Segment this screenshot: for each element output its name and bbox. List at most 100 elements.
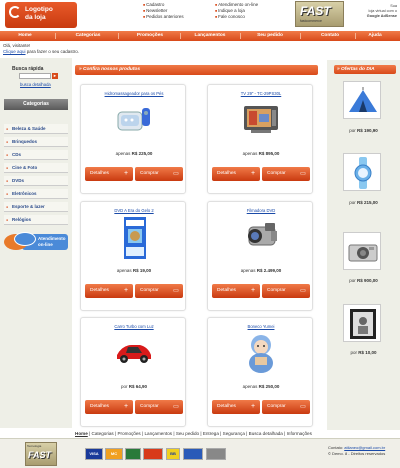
product-name[interactable]: Filmadora DVD bbox=[208, 208, 314, 213]
buy-label: Comprar bbox=[267, 171, 286, 176]
category-item[interactable]: Beleza & Saúde bbox=[4, 124, 68, 134]
offer-price: por R$ 215,00 bbox=[327, 200, 400, 205]
logo-line1: Logotipo bbox=[25, 6, 53, 13]
diners-icon bbox=[125, 448, 141, 460]
link-pedidos[interactable]: Pedidos anteriores bbox=[143, 14, 213, 20]
category-item[interactable]: Eletrônicos bbox=[4, 189, 68, 199]
nav-seu-pedido[interactable]: Seu pedido bbox=[240, 31, 300, 41]
category-item[interactable]: Relógios bbox=[4, 215, 68, 225]
footer-link[interactable]: Seu pedido bbox=[176, 431, 199, 436]
nav-ajuda[interactable]: Ajuda bbox=[350, 31, 400, 41]
product-name[interactable]: Carro Turbo com Luz bbox=[81, 324, 187, 329]
buy-button[interactable]: Comprar ▭ bbox=[262, 284, 310, 298]
details-button[interactable]: Detalhes + bbox=[212, 167, 260, 181]
footer-link[interactable]: Entrega bbox=[203, 431, 219, 436]
camcorder-image[interactable] bbox=[241, 217, 281, 253]
foot-massager-image[interactable] bbox=[114, 100, 154, 136]
details-button[interactable]: Detalhes + bbox=[85, 167, 133, 181]
footer-link[interactable]: Lançamentos bbox=[144, 431, 172, 436]
product-card: Carro Turbo com Luz por R$ 64,90 Detalhe… bbox=[80, 317, 186, 427]
details-button[interactable]: Detalhes + bbox=[212, 284, 260, 298]
logo-text: Logotipo da loja bbox=[25, 6, 53, 22]
offer-price: por R$ 900,00 bbox=[327, 278, 400, 283]
price-prefix: apenas bbox=[242, 151, 259, 156]
tent-image[interactable] bbox=[343, 81, 381, 119]
left-sidebar: Busca rápida ► busca detalhada Categoria… bbox=[0, 58, 72, 428]
visa-icon: VISA bbox=[85, 448, 103, 460]
signup-link[interactable]: Clique aqui bbox=[3, 49, 26, 54]
buy-label: Comprar bbox=[140, 171, 159, 176]
mastercard-icon: MC bbox=[105, 448, 123, 460]
product-name[interactable]: TV 29" - TC-29PS30L bbox=[208, 91, 314, 96]
product-price: apenas R$ 19,00 bbox=[81, 268, 187, 273]
footer-link[interactable]: Promoções bbox=[117, 431, 140, 436]
footer-links: Home | Categorias | Promoções | Lançamen… bbox=[75, 431, 395, 436]
buy-button[interactable]: Comprar ▭ bbox=[262, 167, 310, 181]
dvd-cover-image[interactable] bbox=[114, 217, 154, 259]
product-card: Filmadora DVD apenas R$ 2.499,00 Detalhe… bbox=[207, 201, 313, 311]
categories-heading: Categorias bbox=[4, 99, 68, 110]
top-links-col2: Atendimento on-line Indique a loja Fale … bbox=[215, 2, 285, 20]
fast-commerce-banner[interactable]: FAST fastcommerce bbox=[295, 1, 344, 27]
footer-link-home[interactable]: Home bbox=[75, 431, 88, 436]
product-name[interactable]: DVD A Era do Gelo 2 bbox=[81, 208, 187, 213]
adsense-banner[interactable]: Sua loja virtual com o Google AdSense bbox=[347, 4, 397, 19]
product-card: Hidromassageador para os Pés apenas R$ 2… bbox=[80, 84, 186, 194]
category-item[interactable]: Brinquedos bbox=[4, 137, 68, 147]
footer-contact: Contato: atilaneo@gmail.com.br © Demo. 8… bbox=[328, 445, 398, 457]
product-name[interactable]: Hidromassageador para os Pés bbox=[81, 91, 187, 96]
plus-icon: + bbox=[250, 403, 256, 410]
search-input[interactable] bbox=[19, 73, 51, 79]
link-fale[interactable]: Fale conosco bbox=[215, 14, 285, 20]
footer-fast-logo[interactable]: Tecnologia FAST bbox=[25, 442, 57, 466]
category-item[interactable]: DVDs bbox=[4, 176, 68, 186]
details-button[interactable]: Detalhes + bbox=[85, 284, 133, 298]
main-nav: Home Categorias Promoções Lançamentos Se… bbox=[0, 31, 400, 41]
chat-line2: on-line bbox=[38, 242, 53, 247]
product-price: apenas R$ 250,00 bbox=[208, 384, 314, 389]
nav-categorias[interactable]: Categorias bbox=[58, 31, 118, 41]
category-item[interactable]: CDs bbox=[4, 150, 68, 160]
category-item[interactable]: Cine & Foto bbox=[4, 163, 68, 173]
nav-home[interactable]: Home bbox=[0, 31, 55, 41]
barcode-icon bbox=[206, 448, 226, 460]
nav-lancamentos[interactable]: Lançamentos bbox=[180, 31, 240, 41]
details-label: Detalhes bbox=[217, 288, 236, 293]
nav-promocoes[interactable]: Promoções bbox=[120, 31, 180, 41]
details-button[interactable]: Detalhes + bbox=[212, 400, 260, 414]
buy-button[interactable]: Comprar ▭ bbox=[262, 400, 310, 414]
buy-button[interactable]: Comprar ▭ bbox=[135, 400, 183, 414]
details-button[interactable]: Detalhes + bbox=[85, 400, 133, 414]
search-go-icon[interactable]: ► bbox=[52, 73, 58, 79]
details-label: Detalhes bbox=[90, 171, 109, 176]
product-name[interactable]: Boneco Yumei bbox=[208, 324, 314, 329]
camera-image[interactable] bbox=[343, 232, 381, 270]
footer-link[interactable]: Segurança bbox=[223, 431, 245, 436]
doll-image[interactable] bbox=[241, 333, 281, 373]
toy-car-image[interactable] bbox=[114, 333, 154, 369]
watch-image[interactable] bbox=[343, 153, 381, 191]
category-item[interactable]: Esporte & lazer bbox=[4, 202, 68, 212]
live-chat-banner[interactable]: Atendimento on-line bbox=[2, 230, 70, 256]
nav-separator bbox=[55, 33, 56, 39]
contact-email-link[interactable]: atilaneo@gmail.com.br bbox=[344, 445, 385, 450]
footer-link[interactable]: Categorias bbox=[92, 431, 114, 436]
buy-button[interactable]: Comprar ▭ bbox=[135, 284, 183, 298]
logo-line2: da loja bbox=[25, 14, 46, 21]
store-logo[interactable]: Logotipo da loja bbox=[5, 2, 77, 28]
cart-icon: ▭ bbox=[300, 404, 306, 410]
buy-label: Comprar bbox=[140, 288, 159, 293]
price-value: R$ 895,00 bbox=[258, 151, 280, 156]
buy-button[interactable]: Comprar ▭ bbox=[135, 167, 183, 181]
fast-logo-text: FAST bbox=[300, 4, 331, 18]
product-price: por R$ 64,90 bbox=[81, 384, 187, 389]
nav-separator bbox=[118, 33, 119, 39]
footer-link[interactable]: Busca detalhada bbox=[249, 431, 283, 436]
details-label: Detalhes bbox=[90, 404, 109, 409]
tv-image[interactable] bbox=[241, 100, 281, 136]
advanced-search-link[interactable]: busca detalhada bbox=[20, 82, 51, 87]
photo-frame-image[interactable] bbox=[343, 304, 381, 342]
footer-link[interactable]: Informações bbox=[287, 431, 312, 436]
price-prefix: apenas bbox=[240, 268, 257, 273]
cart-icon: ▭ bbox=[300, 288, 306, 294]
